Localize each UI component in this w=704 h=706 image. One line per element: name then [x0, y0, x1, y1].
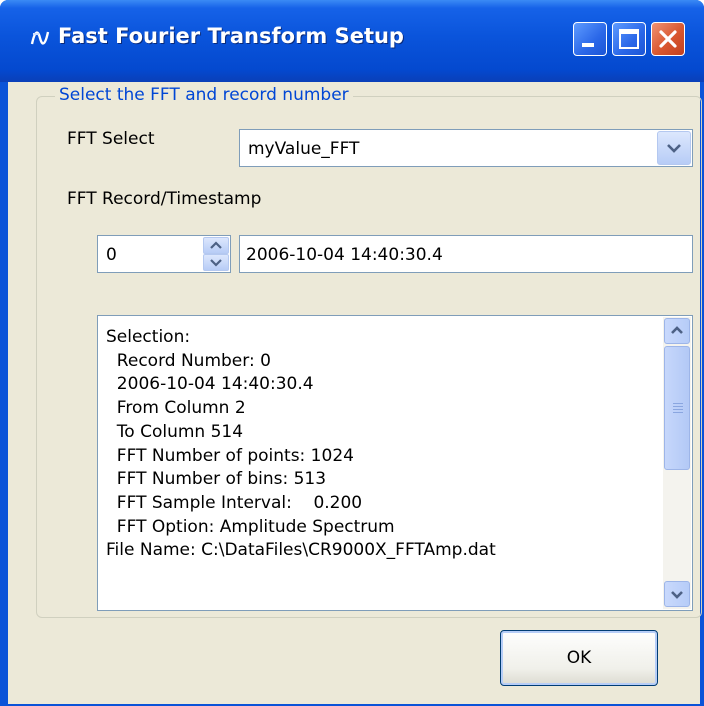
timestamp-value: 2006-10-04 14:40:30.4 — [246, 245, 443, 265]
window-title: Fast Fourier Transform Setup — [58, 24, 404, 48]
spin-up-button[interactable] — [203, 237, 229, 254]
minimize-button[interactable] — [573, 22, 607, 56]
fft-select-label: FFT Select — [67, 129, 155, 149]
scrollbar-thumb[interactable] — [664, 346, 690, 470]
thumb-grip-line — [673, 412, 683, 413]
record-number-value: 0 — [106, 245, 117, 265]
record-number-spinner[interactable]: 0 — [97, 235, 231, 273]
chevron-up-icon — [671, 326, 683, 334]
selection-info-line: From Column 2 — [106, 398, 246, 419]
selection-info-line: FFT Option: Amplitude Spectrum — [106, 516, 395, 537]
thumb-grip-line — [673, 403, 683, 404]
chevron-down-icon — [210, 259, 222, 267]
fft-setup-window: Fast Fourier Transform Setup Select the … — [0, 0, 704, 706]
record-timestamp-label: FFT Record/Timestamp — [67, 189, 262, 209]
title-bar[interactable]: Fast Fourier Transform Setup — [0, 0, 704, 82]
fft-select-value: myValue_FFT — [248, 139, 360, 159]
selection-info-box[interactable]: Selection: Record Number: 0 2006-10-04 1… — [97, 315, 693, 611]
selection-info-line: Record Number: 0 — [106, 350, 271, 371]
maximize-icon — [619, 29, 639, 49]
maximize-button[interactable] — [612, 22, 646, 56]
selection-info-line: Selection: — [106, 327, 191, 347]
chevron-down-icon — [667, 144, 681, 153]
selection-info-line: To Column 514 — [106, 421, 244, 442]
selection-info-line: FFT Number of bins: 513 — [106, 469, 327, 490]
fft-select-dropdown[interactable]: myValue_FFT — [239, 129, 693, 167]
chevron-up-icon — [210, 241, 222, 249]
chevron-down-icon — [671, 591, 683, 599]
waveform-app-icon — [30, 31, 50, 45]
selection-info-line: File Name: C:\DataFiles\CR9000X_FFTAmp.d… — [106, 540, 496, 561]
vertical-scrollbar[interactable] — [663, 317, 691, 609]
timestamp-field[interactable]: 2006-10-04 14:40:30.4 — [239, 235, 693, 273]
scroll-down-button[interactable] — [664, 581, 690, 607]
spin-down-button[interactable] — [203, 254, 229, 271]
close-button[interactable] — [651, 22, 685, 56]
selection-info-line: FFT Sample Interval: 0.200 — [106, 492, 363, 513]
group-legend: Select the FFT and record number — [55, 85, 353, 105]
selection-info-line: 2006-10-04 14:40:30.4 — [106, 374, 314, 395]
scroll-up-button[interactable] — [664, 318, 690, 344]
close-icon — [659, 30, 677, 48]
minimize-icon — [582, 43, 594, 47]
ok-button-label: OK — [566, 648, 592, 668]
dialog-body: Select the FFT and record number FFT Sel… — [8, 82, 702, 704]
ok-button[interactable]: OK — [500, 630, 658, 686]
selection-info-line: FFT Number of points: 1024 — [106, 445, 354, 466]
thumb-grip-line — [673, 406, 683, 407]
dropdown-arrow-button[interactable] — [657, 131, 691, 165]
selection-info-text: Selection: Record Number: 0 2006-10-04 1… — [106, 326, 496, 563]
fft-selection-group: Select the FFT and record number FFT Sel… — [36, 85, 702, 618]
thumb-grip-line — [673, 409, 683, 410]
